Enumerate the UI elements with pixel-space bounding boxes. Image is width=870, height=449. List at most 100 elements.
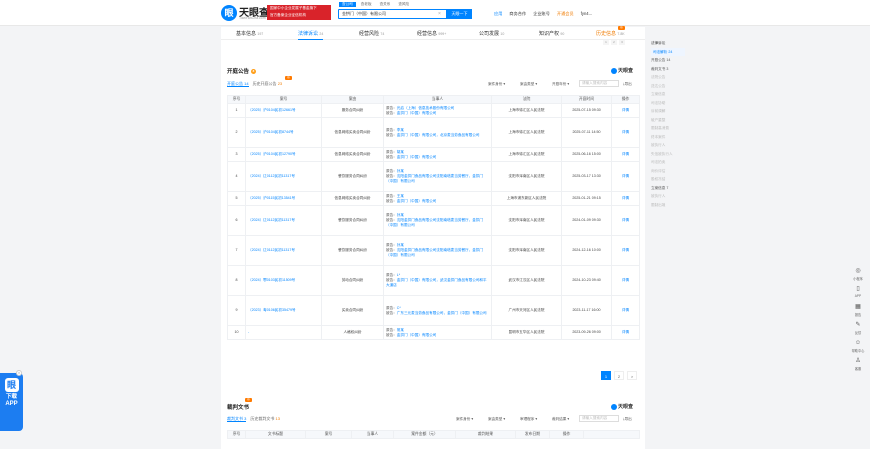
quick-nav-item[interactable]: 诉前调解 [651,107,685,116]
nav-apps[interactable]: 应用 [494,11,502,17]
nav-enterprise[interactable]: 企业账号 [533,11,550,17]
mini-page-2[interactable]: 2 [611,40,617,45]
party-link[interactable]: 金拱门（中国）有限公司 [397,111,437,115]
detail-link[interactable]: 详情 [622,218,629,222]
mini-page-3[interactable]: 3 [619,40,625,45]
party-link[interactable]: 金拱门（中国）有限公司，北京麦当劳食品有限公司 [397,133,480,137]
filter-case-role[interactable]: 案件身份 ▾ [486,81,507,87]
party-link[interactable]: 孙某 [397,243,404,247]
quick-nav-item[interactable]: 终本案件 [651,133,685,142]
search-tab-risk[interactable]: 查风险 [395,2,412,7]
page-1[interactable]: 1 [601,371,611,380]
party-link[interactable]: 金拱门（中国）有限公司，武汉金拱门食品有限公司和平大道店 [386,278,487,287]
detail-link[interactable]: 详情 [622,108,629,112]
search-tab-boss[interactable]: 查老板 [358,2,375,7]
filter-cause[interactable]: 案由类型 ▾ [486,416,507,422]
quick-nav-item[interactable]: 司法解析 24 [651,47,685,56]
filter-result[interactable]: 裁判结果 ▾ [550,416,571,422]
case-number-link[interactable]: （2024）辽0112民初11317号 [248,174,295,178]
party-link[interactable]: 沈阳金拱门食品有限公司沈阳南塔麦当劳餐厅，金拱门（中国）有限公司 [386,218,483,227]
party-link[interactable]: 沈阳金拱门食品有限公司沈阳南塔麦当劳餐厅，金拱门（中国）有限公司 [386,248,483,257]
col-amount[interactable]: 案件金额（元） [393,430,456,439]
search-tab-company[interactable]: 查公司 [339,2,356,7]
case-number-link[interactable]: （2025）沪0104民初8744号 [248,130,294,134]
col-time[interactable]: 开庭时间 [561,95,612,104]
next-page[interactable]: > [627,371,637,380]
tab-ip[interactable]: 知识产权 90 [539,30,564,37]
quick-nav-item[interactable]: 询价评估 [651,167,685,176]
promo-banner[interactable]: 国家中小企业发展子基金旗下 官方备案企业征信机构 [267,5,331,20]
quick-nav-item[interactable]: 开庭公告 14 [651,56,685,65]
subtab-history-hearings[interactable]: 历史开庭公告 23 [253,81,283,86]
quick-nav-item[interactable]: 立案信息 [651,90,685,99]
subtab-hearings[interactable]: 开庭公告 14 [227,81,249,87]
mini-page-1[interactable]: 1 [603,40,609,45]
case-number-link[interactable]: （2023）粤0106民初35479号 [248,308,296,312]
case-number-link[interactable]: （2025）沪0115民初13541号 [248,196,295,200]
nav-user[interactable]: fyn4... [581,11,592,17]
quick-nav-item[interactable]: 被执行人 [651,141,685,150]
search-tab-relation[interactable]: 查关系 [377,2,394,7]
tab-business-risk[interactable]: 经营风险 74 [359,30,384,37]
quick-nav-item[interactable]: 限制出境 [651,201,685,210]
hearing-search-input[interactable]: 请输入搜索内容 [579,80,619,87]
float-item-客服[interactable]: ♙ 客服 [848,357,868,373]
filter-year[interactable]: 开庭年份 ▾ [550,81,571,87]
case-number-link[interactable]: （2024）鄂0103民初11509号 [248,278,295,282]
case-number-link[interactable]: （2024）辽0112民初11317号 [248,218,295,222]
party-link[interactable]: 孙某 [397,169,404,173]
subtab-history-judgments[interactable]: 历史裁判文书 13 [250,416,280,421]
party-link[interactable]: 胡某 [397,150,404,154]
case-number-link[interactable]: （2025）沪0104民初12790号 [248,152,296,156]
close-icon[interactable]: × [16,370,22,376]
party-link[interactable]: 常某 [397,328,404,332]
quick-nav-item[interactable]: 司法拍卖 [651,158,685,167]
float-item-反馈[interactable]: ✎ 反馈 [848,321,868,337]
party-link[interactable]: 王某 [397,194,404,198]
quick-nav-item[interactable]: 破产重整 [651,116,685,125]
party-link[interactable]: 光启（上海）信息技术股份有限公司 [397,106,455,110]
detail-link[interactable]: 详情 [622,196,629,200]
quick-nav-item[interactable]: 限制高消费 [651,124,685,133]
party-link[interactable]: 沈阳金拱门食品有限公司沈阳南塔麦当劳餐厅，金拱门（中国）有限公司 [386,174,483,183]
case-number-link[interactable]: （2024）辽0112民初11317号 [248,248,295,252]
detail-link[interactable]: 详情 [622,248,629,252]
tianyancha-logo-icon[interactable]: 眼 [221,5,237,21]
float-item-小程序[interactable]: ◎ 小程序 [848,267,868,283]
detail-link[interactable]: 详情 [622,174,629,178]
search-button[interactable]: 天眼一下 [447,9,472,19]
export-button[interactable]: ⤓导出 [623,82,632,87]
clear-icon[interactable]: × [438,11,441,17]
tab-basic-info[interactable]: 基本信息 197 [236,30,263,37]
quick-nav-item[interactable]: 裁判文书 3 [651,65,685,74]
judgment-search-input[interactable]: 请输入搜索内容 [579,415,619,422]
tab-legal[interactable]: 法律诉讼 24 [298,30,324,40]
party-link[interactable]: 孙某 [397,213,404,217]
filter-case-role[interactable]: 案件身份 ▾ [454,416,475,422]
party-link[interactable]: 金拱门（中国）有限公司 [397,155,437,159]
float-item-报告[interactable]: ▦ 报告 [848,303,868,319]
search-input[interactable]: 金拱门（中国）有限公司 [338,9,447,19]
case-number-link[interactable]: （2025）沪0104民初12661号 [248,108,296,112]
quick-nav-item[interactable]: 股权冻结 [651,175,685,184]
quick-nav-item[interactable]: 被执行人 [651,192,685,201]
nav-vip[interactable]: 开通会员 [557,11,574,17]
case-number-link[interactable]: - [248,330,249,334]
quick-nav-item[interactable]: 法院公告 [651,73,685,82]
party-link[interactable]: L* [397,273,400,277]
float-item-APP[interactable]: ▯ APP [848,285,868,301]
detail-link[interactable]: 详情 [622,308,629,312]
float-item-帮助中心[interactable]: ☺ 帮助中心 [848,339,868,355]
nav-business[interactable]: 商务合作 [509,11,526,17]
filter-cause[interactable]: 案由类型 ▾ [518,81,539,87]
col-pub-date[interactable]: 发布日期 [515,430,550,439]
quick-nav-item[interactable]: 司法协助 [651,99,685,108]
party-link[interactable]: 李某 [397,128,404,132]
detail-link[interactable]: 详情 [622,130,629,134]
tab-development[interactable]: 公司发展 10 [479,30,504,37]
export-button[interactable]: ⤓导出 [623,417,632,422]
subtab-judgments[interactable]: 裁判文书 3 [227,416,247,422]
download-app-promo[interactable]: 眼 下载 APP [0,373,23,431]
page-2[interactable]: 2 [614,371,624,380]
filter-procedure[interactable]: 审理程序 ▾ [518,416,539,422]
